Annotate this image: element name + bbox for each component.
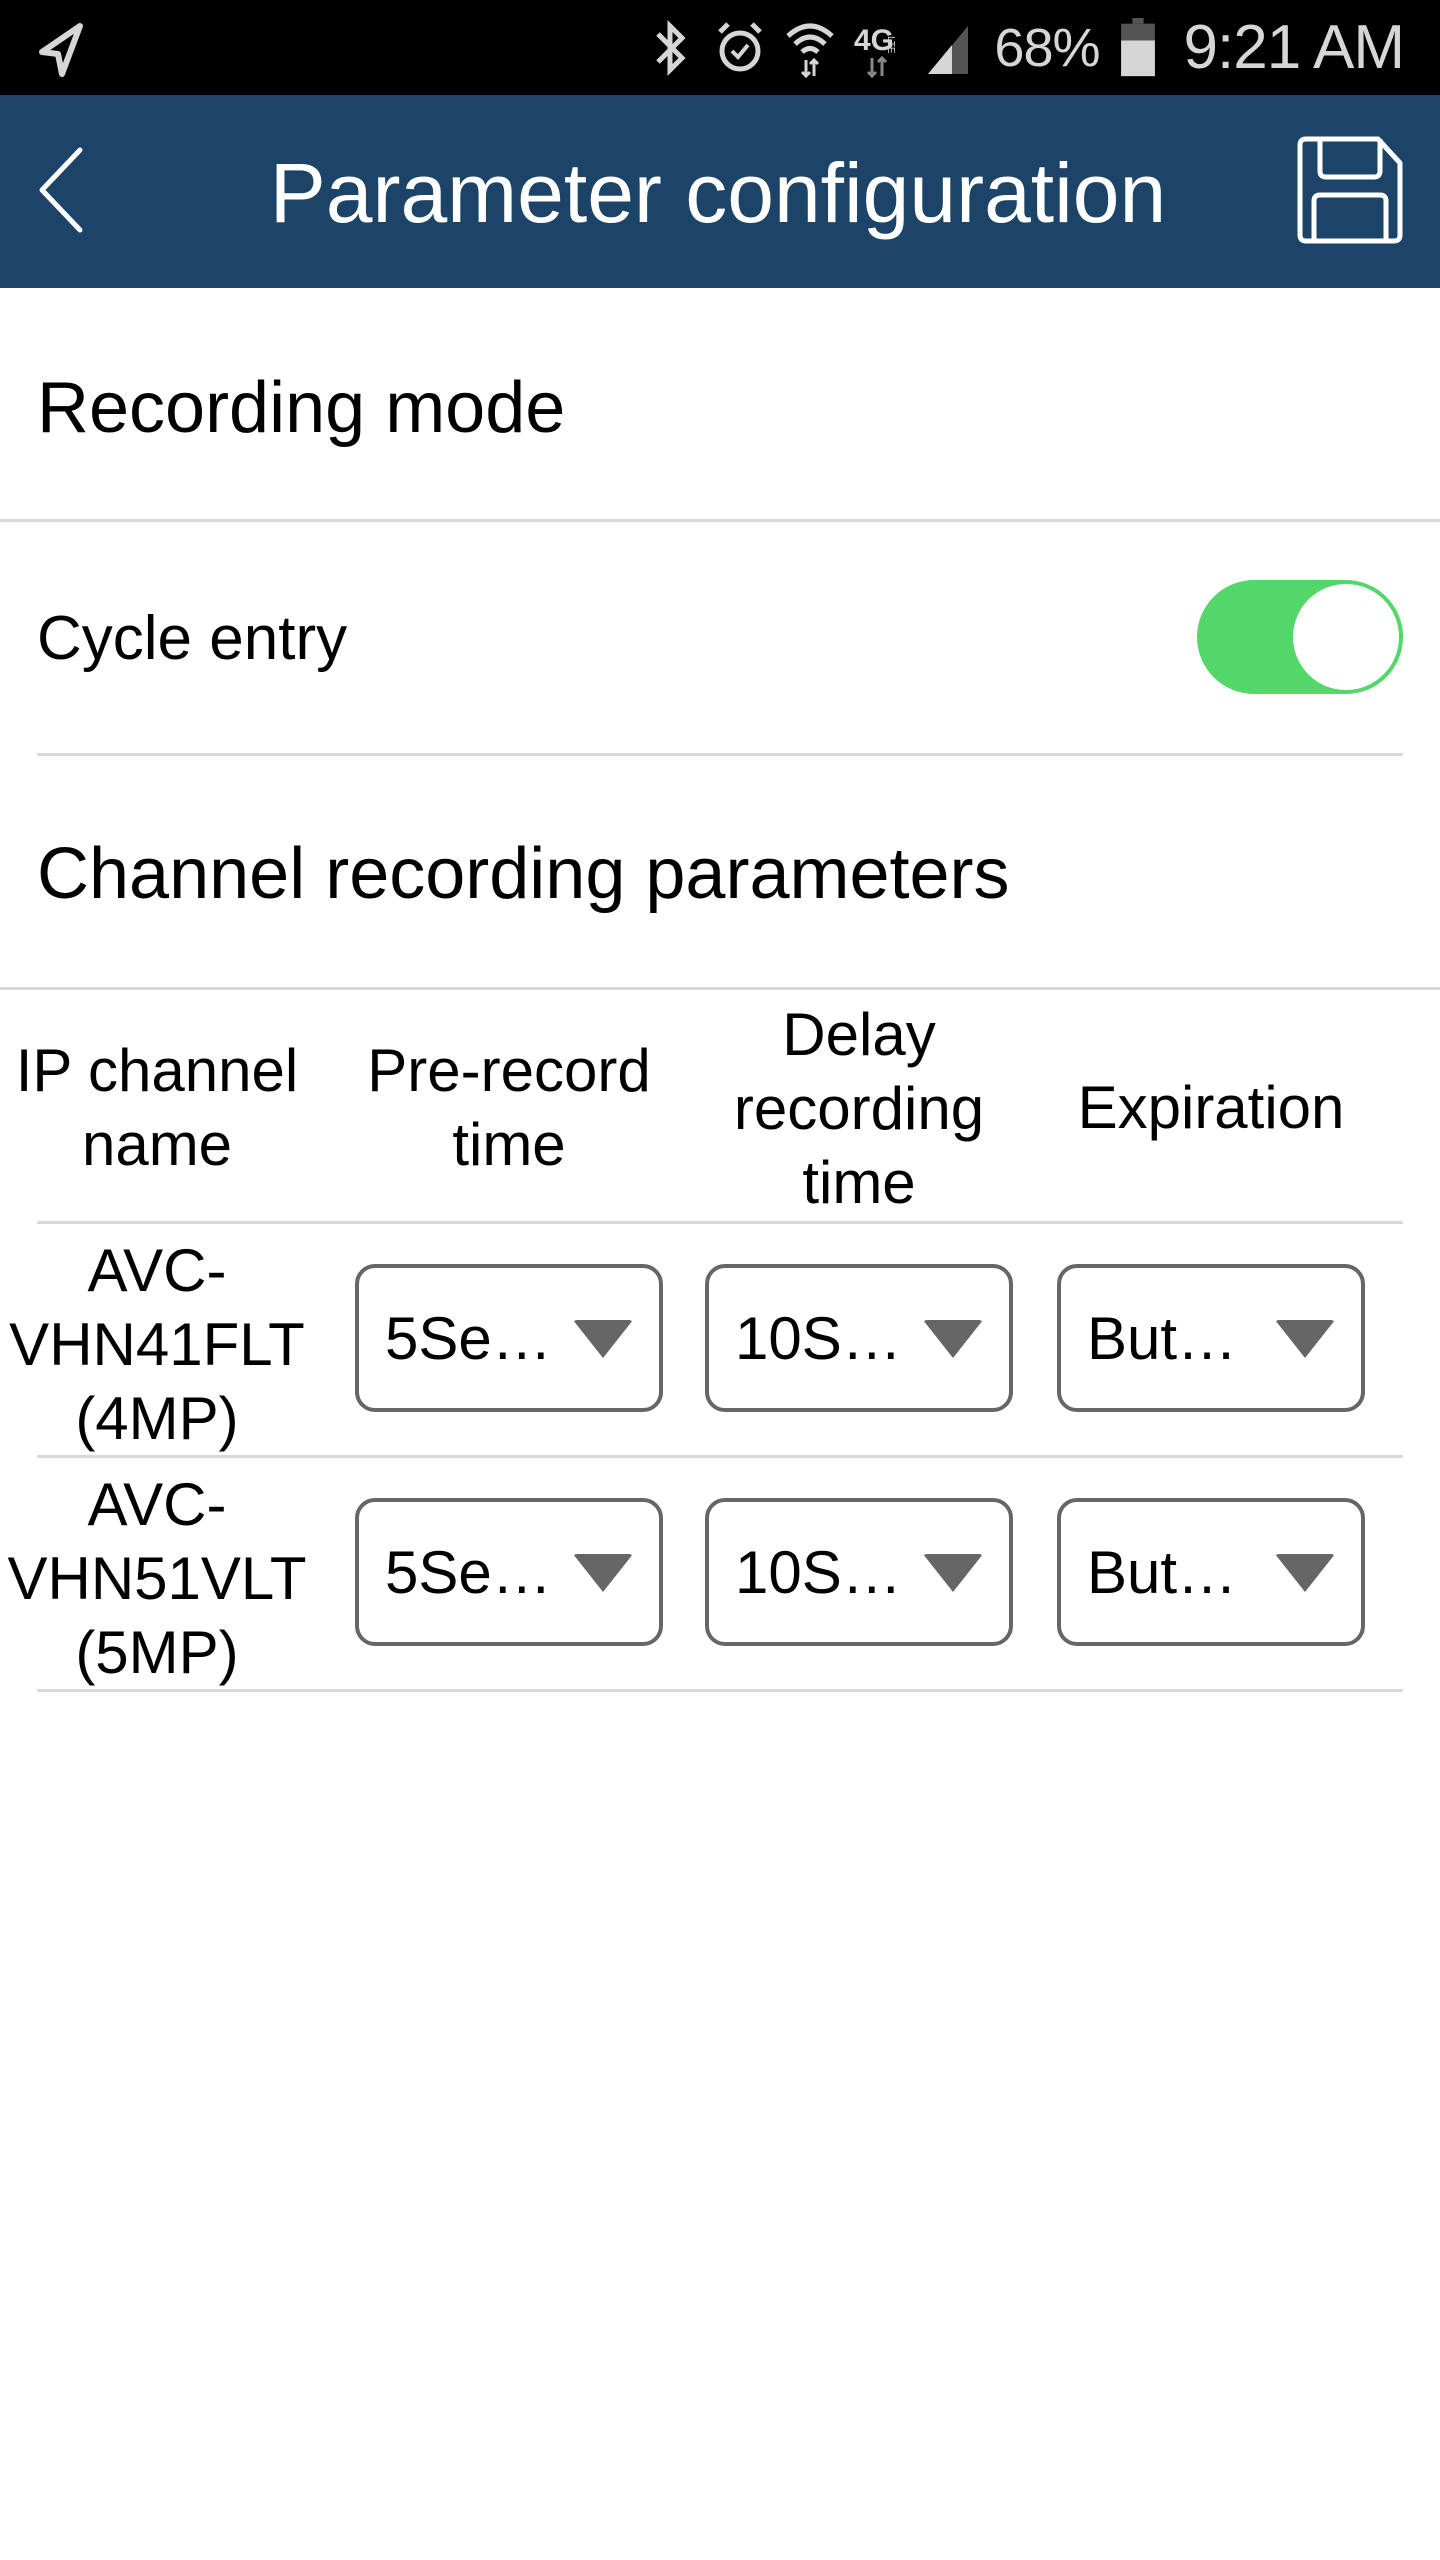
channel-name-line: AVC-: [87, 1237, 227, 1304]
delay-recording-dropdown[interactable]: 10S…: [705, 1264, 1013, 1412]
column-header-expiration: Expiration: [1057, 1071, 1365, 1145]
status-bar: 4G LTE 68% 9:21 AM: [0, 0, 1440, 95]
cycle-entry-toggle[interactable]: [1197, 580, 1403, 694]
channel-params-title: Channel recording parameters: [37, 834, 1010, 914]
channel-name-line: (5MP): [75, 1619, 239, 1686]
header-line: Expiration: [1077, 1074, 1345, 1141]
recording-mode-title: Recording mode: [37, 368, 566, 448]
battery-percent: 68%: [994, 17, 1100, 78]
channel-name-cell: AVC- VHN41FLT (4MP): [0, 1234, 314, 1456]
wifi-icon: [786, 23, 835, 78]
battery-icon: [1120, 17, 1155, 76]
save-button[interactable]: [1292, 133, 1404, 245]
divider: [37, 753, 1403, 756]
4g-lte-icon: 4G LTE: [854, 24, 896, 78]
dropdown-value: But…: [1087, 1305, 1238, 1372]
caret-down-icon: [573, 1320, 633, 1358]
divider: [37, 1455, 1403, 1458]
expiration-dropdown[interactable]: But…: [1057, 1264, 1365, 1412]
caret-down-icon: [923, 1554, 983, 1592]
dropdown-value: 5Se…: [385, 1539, 552, 1606]
caret-down-icon: [573, 1554, 633, 1592]
column-header-channel-name: IP channel name: [0, 1034, 314, 1182]
header-line: time: [452, 1111, 566, 1178]
header-line: name: [81, 1111, 233, 1178]
header-line: recording: [733, 1075, 985, 1142]
pre-record-dropdown[interactable]: 5Se…: [355, 1498, 663, 1646]
divider: [37, 1221, 1403, 1224]
signal-icon: [928, 25, 969, 74]
caret-down-icon: [1275, 1320, 1335, 1358]
divider: [0, 987, 1440, 990]
divider: [0, 519, 1440, 522]
dropdown-value: But…: [1087, 1539, 1238, 1606]
expiration-dropdown[interactable]: But…: [1057, 1498, 1365, 1646]
toggle-knob: [1293, 584, 1399, 690]
pre-record-dropdown[interactable]: 5Se…: [355, 1264, 663, 1412]
header-line: time: [802, 1149, 916, 1216]
svg-text:LTE: LTE: [885, 36, 896, 54]
cycle-entry-label: Cycle entry: [37, 604, 348, 673]
header-line: Delay: [782, 1001, 936, 1068]
channel-name-line: VHN41FLT: [9, 1311, 305, 1378]
dropdown-value: 10S…: [735, 1305, 902, 1372]
caret-down-icon: [923, 1320, 983, 1358]
channel-name-line: AVC-: [87, 1471, 227, 1538]
clock: 9:21 AM: [1183, 13, 1405, 82]
delay-recording-dropdown[interactable]: 10S…: [705, 1498, 1013, 1646]
dropdown-value: 10S…: [735, 1539, 902, 1606]
floppy-disk-icon: [1297, 136, 1403, 244]
channel-name-line: (4MP): [75, 1385, 239, 1452]
channel-name-cell: AVC- VHN51VLT (5MP): [0, 1468, 314, 1690]
column-header-pre-record: Pre-record time: [355, 1034, 663, 1182]
channel-name-line: VHN51VLT: [7, 1545, 307, 1612]
navigation-arrow-icon: [39, 23, 83, 77]
header-line: Pre-record: [367, 1037, 651, 1104]
bluetooth-icon: [656, 19, 686, 76]
page-title: Parameter configuration: [0, 145, 1440, 241]
app-header: Parameter configuration: [0, 95, 1440, 288]
column-header-delay-recording: Delay recording time: [705, 998, 1013, 1220]
dropdown-value: 5Se…: [385, 1305, 552, 1372]
divider: [37, 1689, 1403, 1692]
caret-down-icon: [1275, 1554, 1335, 1592]
header-line: IP channel: [15, 1037, 299, 1104]
page-title-text: Parameter configuration: [269, 146, 1167, 240]
alarm-icon: [718, 21, 763, 71]
